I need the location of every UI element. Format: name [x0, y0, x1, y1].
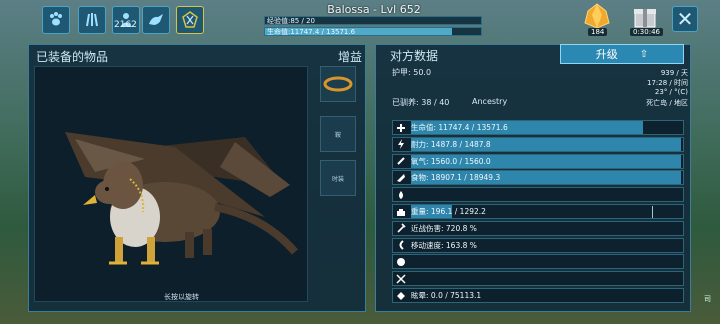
- stat-label: 眩晕: 0.0 / 75113.1: [411, 291, 482, 300]
- upgrade-button[interactable]: 升级 ⇧: [560, 44, 684, 64]
- saddle-slot-label: 鞍: [334, 131, 341, 139]
- stat-label: 氧气: 1560.0 / 1560.0: [411, 156, 491, 166]
- weight-marker: [652, 206, 653, 218]
- food-icon: [393, 171, 409, 184]
- costume-slot-label: 时装: [331, 175, 344, 183]
- stat-row[interactable]: 生命值: 11747.4 / 13571.6: [392, 120, 684, 135]
- speed-icon: [393, 239, 409, 252]
- equipment-slot-collar[interactable]: [320, 66, 356, 102]
- stat-row[interactable]: 食物: 18907.1 / 18949.3: [392, 170, 684, 186]
- stat-row[interactable]: [392, 271, 684, 287]
- experience-label: 经验值:85 / 20: [267, 17, 315, 25]
- upgrade-label: 升级: [595, 48, 618, 61]
- day-value: 939 / 天: [660, 69, 688, 77]
- stat-row[interactable]: 近战伤害: 720.8 %: [392, 220, 684, 236]
- stat-row[interactable]: 氧气: 1560.0 / 1560.0: [392, 153, 684, 169]
- stat-label: 近战伤害: 720.8 %: [411, 223, 477, 233]
- close-button[interactable]: ✕: [672, 6, 698, 32]
- crystal-icon[interactable]: [582, 3, 612, 29]
- experience-bar: 经验值:85 / 20: [264, 16, 482, 25]
- premium-amount: 184: [588, 28, 608, 36]
- region-value: 死亡岛 / 地区: [646, 99, 688, 107]
- oxygen-icon: [393, 155, 409, 168]
- arrow-up-icon: ⇧: [639, 48, 649, 60]
- equipment-slot-saddle[interactable]: 鞍: [320, 116, 356, 152]
- ancestry-button[interactable]: Ancestry: [472, 97, 507, 106]
- stats-title: 对方数据: [390, 49, 439, 63]
- brain-icon: [393, 255, 409, 268]
- close-icon: ✕: [676, 7, 694, 31]
- melee-icon: [393, 222, 409, 235]
- stat-row[interactable]: 眩晕: 0.0 / 75113.1: [392, 288, 684, 303]
- torpor-icon: [393, 289, 409, 302]
- equipment-title: 已装备的物品: [36, 50, 109, 64]
- lightning-icon: [393, 138, 409, 151]
- crafting-icon: [393, 272, 409, 285]
- stat-row[interactable]: 移动速度: 163.8 %: [392, 237, 684, 253]
- stat-label: 移动速度: 163.8 %: [411, 240, 477, 250]
- rotate-hint: 长按以旋转: [164, 293, 199, 301]
- emblem-icon[interactable]: [176, 6, 204, 34]
- time-value: 17:28 / 时间: [647, 79, 688, 87]
- stat-row[interactable]: [392, 187, 684, 203]
- buff-tab[interactable]: 增益: [338, 48, 362, 65]
- creature-viewer[interactable]: [34, 66, 308, 302]
- stat-label: 生命值: 11747.4 / 13571.6: [411, 123, 508, 132]
- stat-row[interactable]: [392, 254, 684, 270]
- equipment-slot-costume[interactable]: 时装: [320, 160, 356, 196]
- paw-icon[interactable]: [42, 6, 70, 34]
- stat-label: 食物: 18907.1 / 18949.3: [411, 173, 501, 183]
- stat-row[interactable]: 耐力: 1487.8 / 1487.8: [392, 136, 684, 152]
- count-value: 2162: [114, 20, 137, 30]
- stat-row[interactable]: 重量: 196.1 / 1292.2: [392, 204, 684, 219]
- weight-icon: [393, 205, 409, 218]
- collar-icon: [323, 76, 353, 92]
- tamed-count: 已驯养: 38 / 40: [392, 98, 450, 107]
- claw-icon[interactable]: [78, 6, 106, 34]
- health-bar: 生命值:11747.4 / 13571.6: [264, 27, 482, 36]
- stat-label: 重量: 196.1 / 1292.2: [411, 207, 486, 216]
- gift-icon[interactable]: [632, 3, 658, 29]
- water-drop-icon: [393, 188, 409, 201]
- armor-value: 护甲: 50.0: [392, 68, 432, 77]
- creature-title: Balossa - Lvl 652: [327, 3, 421, 16]
- griffin-image: [65, 132, 299, 265]
- stat-label: 耐力: 1487.8 / 1487.8: [411, 139, 491, 149]
- health-label: 生命值:11747.4 / 13571.6: [267, 28, 356, 36]
- plus-icon: [393, 121, 409, 134]
- dino-icon[interactable]: [142, 6, 170, 34]
- temperature-value: 23° / °(C): [654, 88, 688, 96]
- edge-text: 司: [704, 295, 711, 303]
- timer: 0:30:46: [630, 28, 663, 36]
